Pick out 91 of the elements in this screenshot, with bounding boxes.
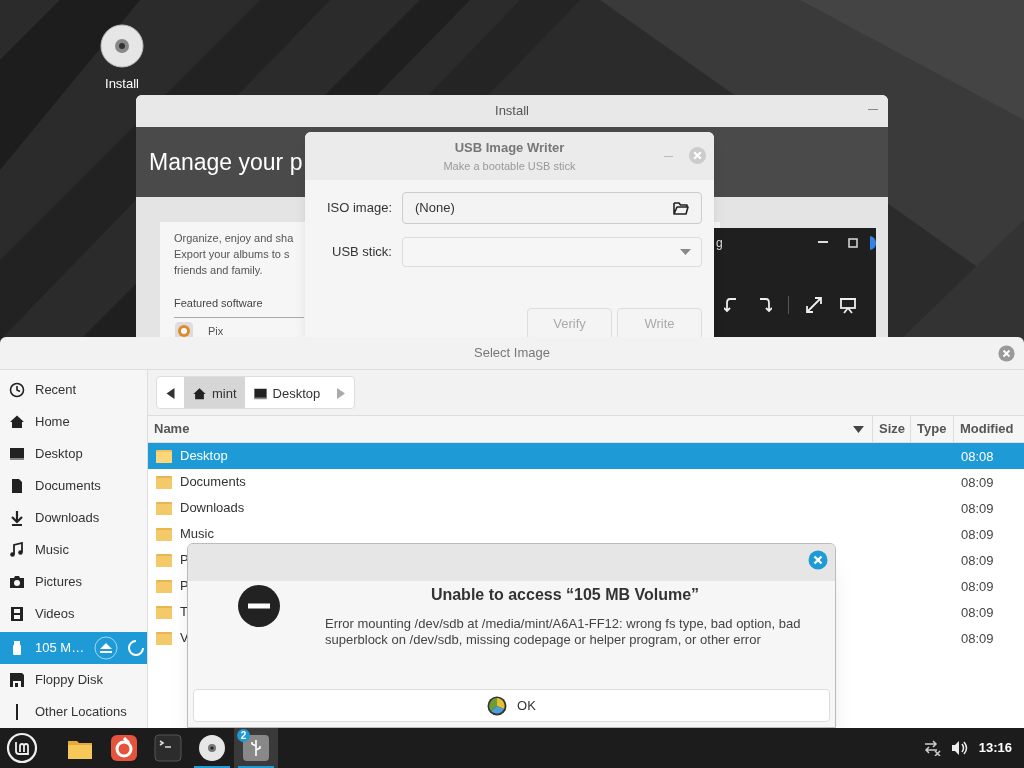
file-chooser-button[interactable]: (None) <box>402 192 702 224</box>
music-icon <box>9 542 25 558</box>
clock-icon <box>9 382 25 398</box>
camera-icon <box>9 574 25 590</box>
app-icon[interactable] <box>174 321 194 337</box>
description-text: Organize, enjoy and sha <box>174 231 294 246</box>
modified-time: 08:09 <box>961 553 994 568</box>
modified-time: 08:09 <box>961 475 994 490</box>
folder-icon <box>156 553 172 567</box>
home-icon <box>9 414 25 430</box>
file-name: T <box>180 603 188 622</box>
app-name[interactable]: Pix <box>208 322 224 337</box>
badge: 2 <box>237 729 250 742</box>
folder-icon <box>156 579 172 593</box>
modified-time: 08:09 <box>961 579 994 594</box>
error-message: Error mounting /dev/sdb at /media/mint/A6A1-FF12: wrong fs type, bad option, bad superblock on /dev/sdb, missing codepage or helper program, or other error <box>325 616 802 648</box>
sidebar-item[interactable]: Desktop <box>0 438 147 470</box>
path-button[interactable]: mint <box>184 377 245 408</box>
modified-time: 08:09 <box>961 605 994 620</box>
sidebar-item[interactable]: Recent <box>0 374 147 406</box>
folder-icon <box>156 631 172 645</box>
menu-button[interactable] <box>6 732 38 764</box>
pie-icon <box>487 695 508 716</box>
sort-caret-icon <box>853 425 864 433</box>
field-label: USB stick: <box>331 243 392 262</box>
section-label: Featured software <box>174 297 263 309</box>
close-button[interactable] <box>688 146 707 165</box>
spinner-icon <box>128 640 145 656</box>
sidebar-item[interactable]: Floppy Disk <box>0 664 147 696</box>
home-icon <box>192 386 207 401</box>
folder-icon <box>156 501 172 515</box>
column-header[interactable]: Type <box>910 416 953 442</box>
sidebar-item[interactable]: Downloads <box>0 502 147 534</box>
sidebar-item[interactable]: Home <box>0 406 147 438</box>
column-header[interactable]: Size <box>872 416 910 442</box>
window-title: Select Image <box>474 344 550 363</box>
column-header[interactable]: Modified <box>953 416 1024 442</box>
sidebar-item[interactable]: Music <box>0 534 147 566</box>
dialog-heading: Unable to access “105 MB Volume” <box>429 585 701 605</box>
stop-icon <box>237 584 281 628</box>
sidebar-item[interactable]: Pictures <box>0 566 147 598</box>
eject-button[interactable] <box>94 636 119 660</box>
film-icon <box>9 606 25 622</box>
header-title: Manage your p <box>149 147 303 177</box>
modified-time: 08:08 <box>961 449 994 464</box>
modified-time: 08:09 <box>961 501 994 516</box>
minimize-icon <box>818 241 828 243</box>
desktop-icon-label[interactable]: Install <box>105 74 139 94</box>
description-text: friends and family. <box>174 263 263 278</box>
folder-icon <box>156 475 172 489</box>
usb-icon <box>240 732 272 764</box>
slideshow-icon <box>839 296 857 314</box>
file-name: Music <box>180 525 214 544</box>
dialog-title: USB Image Writer <box>454 139 565 157</box>
close-button[interactable] <box>808 550 828 570</box>
ok-button[interactable]: OK <box>193 689 830 722</box>
close-button[interactable] <box>998 345 1015 362</box>
modified-time: 08:09 <box>961 631 994 646</box>
disc-icon[interactable] <box>100 24 144 68</box>
folder-icon <box>156 605 172 619</box>
fullscreen-icon <box>805 296 823 314</box>
modified-time: 08:09 <box>961 527 994 542</box>
window-title: Install <box>495 102 529 121</box>
field-label: ISO image: <box>325 199 392 218</box>
document-icon <box>9 478 25 494</box>
folder-icon <box>156 527 172 541</box>
floppy-icon <box>9 672 25 688</box>
column-header[interactable]: Name <box>148 416 872 442</box>
file-name: Desktop <box>180 447 228 466</box>
sidebar-item[interactable]: Other Locations <box>0 696 147 728</box>
sidebar-item[interactable]: Documents <box>0 470 147 502</box>
caret-icon <box>680 249 691 255</box>
file-name: Documents <box>180 473 246 492</box>
desktop-icon <box>9 446 25 462</box>
screenshot-title: g <box>716 235 723 252</box>
clock[interactable]: 13:16 <box>978 738 1012 758</box>
sidebar-item[interactable]: Videos <box>0 598 147 630</box>
maximize-icon <box>848 238 858 248</box>
download-icon <box>9 510 25 526</box>
dialog-subtitle: Make a bootable USB stick <box>443 158 576 174</box>
network-disconnected-icon[interactable] <box>922 740 941 756</box>
line-icon <box>16 704 18 720</box>
description-text: Export your albums to s <box>174 247 290 262</box>
folder-icon <box>156 449 172 463</box>
terminal-icon <box>152 732 184 764</box>
volume-icon[interactable] <box>950 740 969 756</box>
desktop-icon <box>252 386 268 401</box>
disc-icon <box>196 732 228 764</box>
file-name: Downloads <box>180 499 245 518</box>
folder-icon <box>673 201 689 215</box>
dropdown-field[interactable] <box>402 237 702 267</box>
